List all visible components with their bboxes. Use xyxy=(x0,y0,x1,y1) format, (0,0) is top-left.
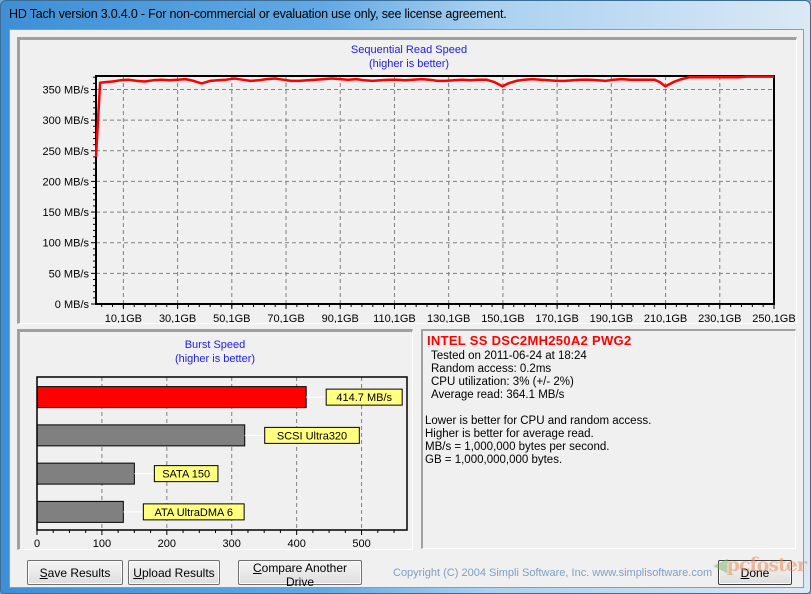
copyright-text: Copyright (C) 2004 Simpli Software, Inc.… xyxy=(393,567,713,579)
seq-y-tick-label: 350 MB/s xyxy=(43,84,90,96)
burst-label-text: SATA 150 xyxy=(162,469,210,481)
seq-x-tick-label: 110,1GB xyxy=(373,313,416,323)
app-window: HD Tach version 3.0.4.0 - For non-commer… xyxy=(0,0,811,594)
burst-bars: 414.7 MB/s SCSI Ultra320 SATA 150 ATA Ultra… xyxy=(36,386,403,523)
burst-x-axis: 0 100 200 300 400 500 xyxy=(34,530,395,550)
client-area: Sequential Read Speed (higher is better)… xyxy=(9,29,804,589)
average-read: Average read: 364.1 MB/s xyxy=(431,389,565,401)
watermark: ◀pcfoster xyxy=(713,554,807,576)
burst-x-tick-label: 500 xyxy=(352,538,370,549)
seq-x-tick-label: 30,1GB xyxy=(159,313,196,323)
seq-x-tick-label: 190,1GB xyxy=(590,313,633,323)
burst-x-tick-label: 200 xyxy=(158,538,176,549)
save-results-button[interactable]: Save Results xyxy=(27,560,123,585)
seq-x-tick-label: 10,1GB xyxy=(105,313,142,323)
seq-chart-subtitle: (higher is better) xyxy=(369,58,449,70)
burst-bar xyxy=(36,462,135,485)
burst-speed-panel: Burst Speed (higher is better) 414.7 MB/… xyxy=(17,329,413,550)
compare-accel: C xyxy=(252,561,262,575)
burst-x-tick-label: 400 xyxy=(287,538,305,549)
upload-label: pload Results xyxy=(141,565,215,580)
sequential-read-chart: Sequential Read Speed (higher is better)… xyxy=(43,44,796,325)
upload-accel: U xyxy=(133,565,142,580)
seq-y-axis: 0 MB/s 50 MB/s 100 MB/s 150 MB/s 200 MB/s 250… xyxy=(43,76,96,311)
burst-bar xyxy=(36,424,246,447)
seq-x-tick-label: 90,1GB xyxy=(322,313,359,323)
seq-y-tick-label: 300 MB/s xyxy=(43,115,90,127)
compare-label: ompare Another Drive xyxy=(261,561,348,589)
seq-x-tick-label: 170,1GB xyxy=(535,313,578,323)
seq-y-tick-label: 150 MB/s xyxy=(43,207,90,219)
random-access: Random access: 0.2ms xyxy=(431,363,552,375)
note-lower-better: Lower is better for CPU and random acces… xyxy=(425,415,652,427)
tested-on: Tested on 2011-06-24 at 18:24 xyxy=(431,350,587,362)
save-accel: S xyxy=(39,565,48,580)
burst-x-tick-label: 100 xyxy=(93,538,111,549)
seq-x-tick-label: 150,1GB xyxy=(481,313,524,323)
note-higher-better: Higher is better for average read. xyxy=(425,428,594,440)
note-gb-definition: GB = 1,000,000,000 bytes. xyxy=(425,454,563,466)
cpu-utilization: CPU utilization: 3% (+/- 2%) xyxy=(431,376,574,388)
leaf-icon: ◀ xyxy=(713,554,728,576)
burst-label-text: ATA UltraDMA 6 xyxy=(155,507,233,519)
seq-y-tick-label: 250 MB/s xyxy=(43,146,90,158)
drive-info-panel: INTEL SS DSC2MH250A2 PWG2 Tested on 2011… xyxy=(421,329,796,549)
seq-x-tick-label: 50,1GB xyxy=(213,313,250,323)
seq-y-tick-label: 100 MB/s xyxy=(43,238,90,250)
seq-grid xyxy=(96,76,774,304)
burst-bar xyxy=(36,386,307,409)
seq-x-tick-label: 230,1GB xyxy=(698,313,741,323)
seq-x-tick-label: 210,1GB xyxy=(644,313,687,323)
seq-x-tick-label: 130,1GB xyxy=(427,313,470,323)
seq-read-line xyxy=(94,75,774,157)
seq-y-tick-label: 200 MB/s xyxy=(43,176,90,188)
seq-y-tick-label: 50 MB/s xyxy=(49,268,90,280)
burst-speed-chart: Burst Speed (higher is better) 414.7 MB/… xyxy=(34,339,408,550)
window-title: HD Tach version 3.0.4.0 - For non-commer… xyxy=(9,7,507,21)
watermark-text: pcfoster xyxy=(726,554,807,576)
compare-another-drive-button[interactable]: Compare Another Drive xyxy=(238,560,362,589)
seq-y-tick-label: 0 MB/s xyxy=(55,299,90,311)
seq-x-tick-label: 250,1GB xyxy=(752,313,795,323)
drive-name: INTEL SS DSC2MH250A2 PWG2 xyxy=(427,333,632,348)
seq-x-axis: 10,1GB 30,1GB 50,1GB 70,1GB 90,1GB 110,1GB 130… xyxy=(101,304,796,325)
burst-bar xyxy=(36,500,124,523)
seq-x-tick-label: 70,1GB xyxy=(267,313,304,323)
sequential-read-panel: Sequential Read Speed (higher is better)… xyxy=(17,37,797,325)
burst-label-text: 414.7 MB/s xyxy=(336,392,392,404)
seq-plot-frame xyxy=(95,75,775,305)
burst-chart-subtitle: (higher is better) xyxy=(175,353,255,365)
upload-results-button[interactable]: Upload Results xyxy=(128,560,220,585)
seq-chart-title: Sequential Read Speed xyxy=(351,44,467,56)
burst-x-tick-label: 300 xyxy=(223,538,241,549)
burst-label-text: SCSI Ultra320 xyxy=(277,430,347,442)
save-label: ave Results xyxy=(47,565,111,580)
note-mbs-definition: MB/s = 1,000,000 bytes per second. xyxy=(425,441,610,453)
burst-x-tick-label: 0 xyxy=(34,538,40,549)
burst-chart-title: Burst Speed xyxy=(185,339,246,351)
